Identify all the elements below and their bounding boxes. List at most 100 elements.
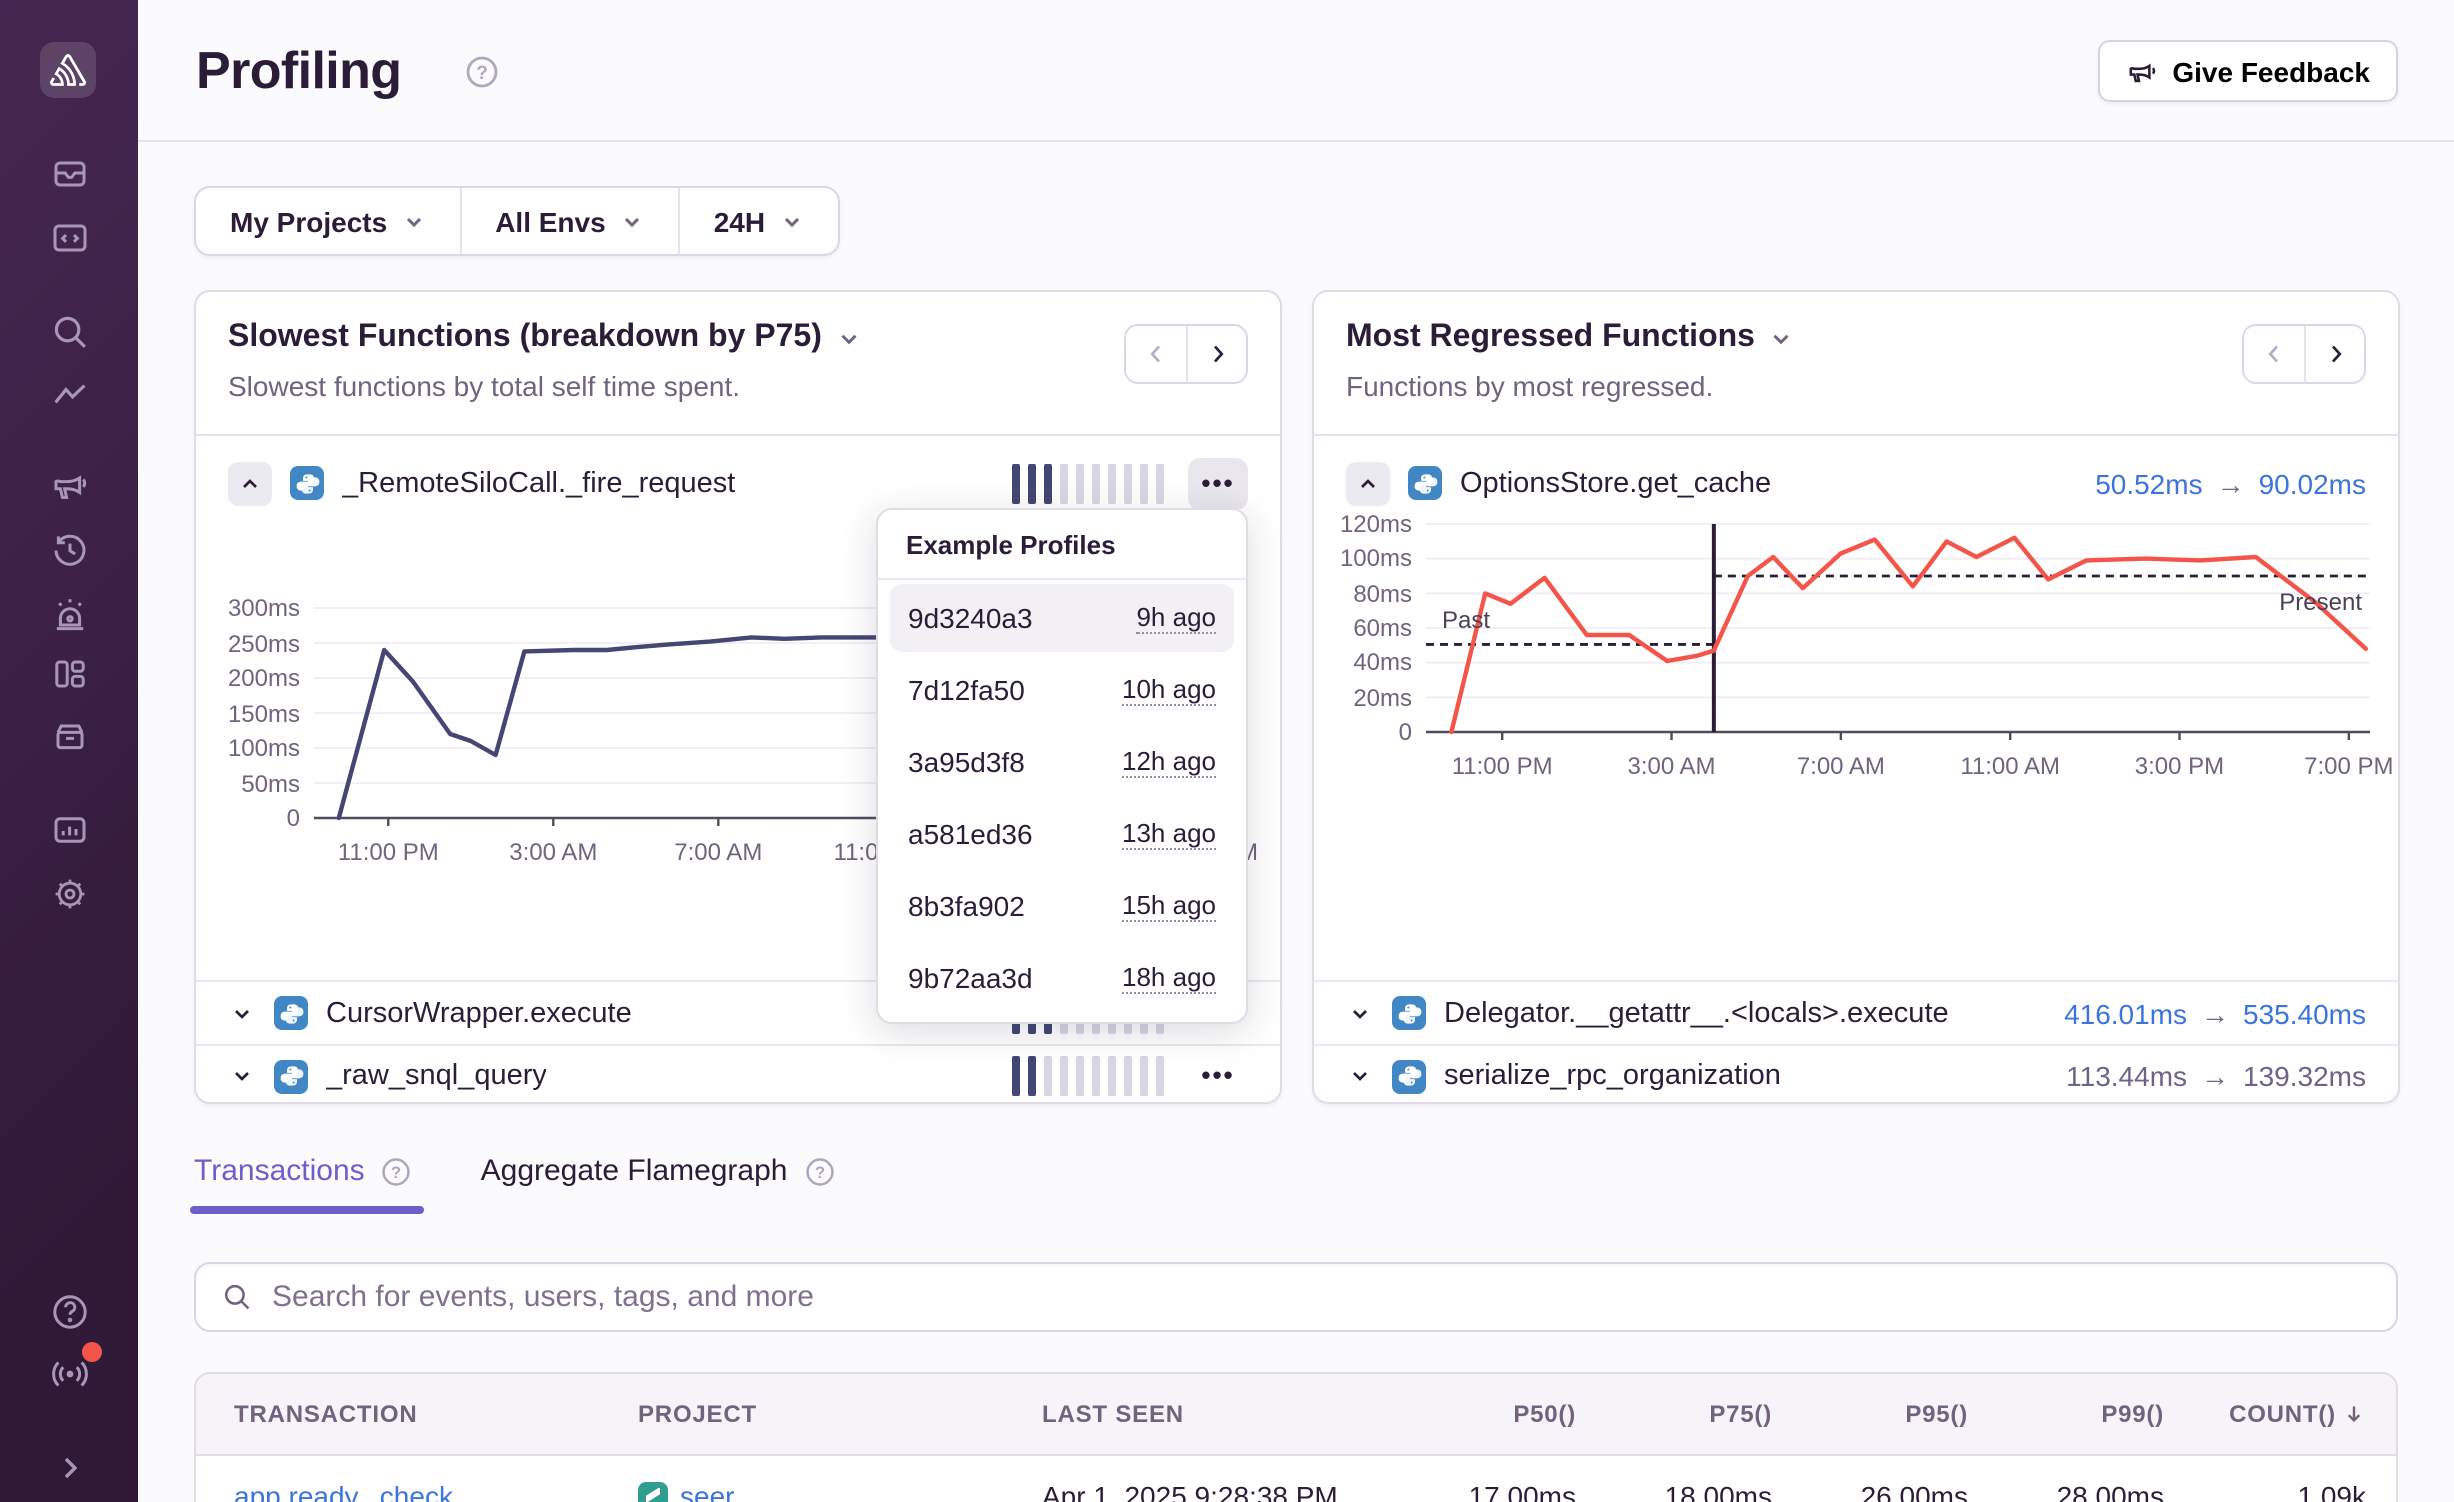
column-header-project[interactable]: PROJECT <box>638 1374 1042 1454</box>
table-row[interactable]: app.ready._check seer Apr 1, 2025 9:28:3… <box>196 1456 2396 1502</box>
profile-item[interactable]: 8b3fa902 15h ago <box>890 872 1234 940</box>
next-page-button[interactable] <box>2304 326 2364 382</box>
profile-item[interactable]: a581ed36 13h ago <box>890 800 1234 868</box>
sidebar-item-releases[interactable] <box>0 710 138 762</box>
function-name[interactable]: serialize_rpc_organization <box>1444 1060 1781 1092</box>
profile-item[interactable]: 9d3240a3 9h ago <box>890 584 1234 652</box>
expand-row-button[interactable] <box>228 999 256 1027</box>
sidebar <box>0 0 138 1502</box>
project-filter-label: My Projects <box>230 205 387 237</box>
function-row: serialize_rpc_organization 113.44ms → 13… <box>1314 1044 2398 1106</box>
tab-transactions[interactable]: Transactions ? <box>194 1154 413 1214</box>
help-icon[interactable] <box>0 1286 138 1338</box>
pagination <box>1124 324 1248 384</box>
more-options-button[interactable]: ••• <box>1188 1050 1248 1102</box>
column-header-transaction[interactable]: TRANSACTION <box>234 1374 638 1454</box>
next-page-button[interactable] <box>1186 326 1246 382</box>
sidebar-item-settings[interactable] <box>0 868 138 920</box>
x-axis-tick-label: 11:00 AM <box>1926 750 2094 782</box>
y-axis-tick-label: 200ms <box>200 662 300 694</box>
y-axis-tick-label: 100ms <box>1312 543 1412 575</box>
column-label: COUNT() <box>2229 1400 2336 1428</box>
x-axis-tick-label: 3:00 AM <box>1588 750 1756 782</box>
profile-item[interactable]: 7d12fa50 10h ago <box>890 656 1234 724</box>
function-name[interactable]: Delegator.__getattr__.<locals>.execute <box>1444 997 1949 1029</box>
column-header-p95[interactable]: P95() <box>1772 1374 1968 1454</box>
tab-aggregate-flamegraph[interactable]: Aggregate Flamegraph ? <box>481 1154 836 1214</box>
previous-page-button[interactable] <box>2244 326 2304 382</box>
sidebar-item-stats[interactable] <box>0 804 138 856</box>
profile-id: a581ed36 <box>908 818 1033 850</box>
column-header-p50[interactable]: P50() <box>1380 1374 1576 1454</box>
project-link[interactable]: seer <box>680 1480 734 1502</box>
previous-page-button[interactable] <box>1126 326 1186 382</box>
y-axis-tick-label: 40ms <box>1312 647 1412 679</box>
page-title: Profiling <box>196 40 402 102</box>
function-name[interactable]: OptionsStore.get_cache <box>1460 467 1771 499</box>
profile-id: 9d3240a3 <box>908 602 1033 634</box>
most-regressed-title-dropdown[interactable]: Most Regressed Functions <box>1346 320 2366 356</box>
notification-badge <box>82 1342 102 1362</box>
expand-row-button[interactable] <box>1346 1062 1374 1090</box>
after-duration[interactable]: 90.02ms <box>2259 467 2366 499</box>
column-header-last-seen[interactable]: LAST SEEN <box>1042 1374 1380 1454</box>
sidebar-expand-icon[interactable] <box>0 1442 138 1494</box>
sidebar-item-alerts[interactable] <box>0 588 138 640</box>
function-name[interactable]: CursorWrapper.execute <box>326 997 632 1029</box>
environment-filter[interactable]: All Envs <box>459 188 678 254</box>
tab-bar: Transactions ? Aggregate Flamegraph ? <box>194 1154 836 1214</box>
date-range-filter[interactable]: 24H <box>678 188 837 254</box>
y-axis-tick-label: 120ms <box>1312 508 1412 540</box>
expand-row-button[interactable] <box>1346 999 1374 1027</box>
x-axis-tick-label: 7:00 AM <box>1757 750 1925 782</box>
svg-text:?: ? <box>476 63 488 84</box>
sidebar-item-traces[interactable] <box>0 370 138 422</box>
transaction-link[interactable]: app.ready._check <box>234 1480 453 1502</box>
project-filter[interactable]: My Projects <box>196 188 459 254</box>
python-icon <box>1392 1059 1426 1093</box>
chevron-down-icon <box>401 209 425 233</box>
date-range-label: 24H <box>714 205 765 237</box>
last-seen-value: Apr 1, 2025 9:28:38 PM <box>1042 1456 1380 1502</box>
profile-density-bars <box>1012 1056 1164 1096</box>
active-tab-indicator <box>190 1206 425 1214</box>
profile-age: 10h ago <box>1122 674 1216 706</box>
sidebar-item-dashboards[interactable] <box>0 648 138 700</box>
more-options-button[interactable]: ••• <box>1188 457 1248 509</box>
column-header-p99[interactable]: P99() <box>1968 1374 2164 1454</box>
collapse-row-button[interactable] <box>228 461 272 505</box>
tab-label: Transactions <box>194 1154 365 1188</box>
give-feedback-button[interactable]: Give Feedback <box>2098 40 2398 102</box>
sidebar-item-feedback[interactable] <box>0 460 138 512</box>
sidebar-item-issues[interactable] <box>0 148 138 200</box>
collapse-row-button[interactable] <box>1346 461 1390 505</box>
sidebar-item-replays[interactable] <box>0 524 138 576</box>
column-header-p75[interactable]: P75() <box>1576 1374 1772 1454</box>
function-name[interactable]: _RemoteSiloCall._fire_request <box>342 467 735 499</box>
search-input[interactable] <box>272 1280 2370 1314</box>
whats-new-icon[interactable] <box>0 1348 138 1400</box>
arrow-right-icon: → <box>2201 997 2229 1029</box>
slowest-functions-title-dropdown[interactable]: Slowest Functions (breakdown by P75) <box>228 320 1248 356</box>
count-value: 1.09k <box>2164 1456 2366 1502</box>
past-baseline-label: Past <box>1442 606 1490 634</box>
before-duration[interactable]: 50.52ms <box>2095 467 2202 499</box>
after-duration[interactable]: 535.40ms <box>2243 997 2366 1029</box>
megaphone-icon <box>2126 55 2158 87</box>
function-name[interactable]: _raw_snql_query <box>326 1060 547 1092</box>
sidebar-item-explore[interactable] <box>0 306 138 358</box>
python-icon <box>290 466 324 500</box>
sidebar-item-projects[interactable] <box>0 212 138 264</box>
column-header-count[interactable]: COUNT() <box>2164 1374 2366 1454</box>
search-icon <box>222 1282 252 1312</box>
help-icon: ? <box>804 1155 836 1187</box>
python-icon <box>1408 466 1442 500</box>
profile-item[interactable]: 3a95d3f8 12h ago <box>890 728 1234 796</box>
page-title-help-icon: ? <box>464 54 500 90</box>
profile-item[interactable]: 9b72aa3d 18h ago <box>890 944 1234 1012</box>
expand-row-button[interactable] <box>228 1062 256 1090</box>
sentry-logo[interactable] <box>40 42 96 98</box>
svg-text:?: ? <box>391 1162 401 1181</box>
before-duration[interactable]: 416.01ms <box>2064 997 2187 1029</box>
regression-chart: 020ms40ms60ms80ms100ms120ms11:00 PM3:00 … <box>1426 524 2370 732</box>
